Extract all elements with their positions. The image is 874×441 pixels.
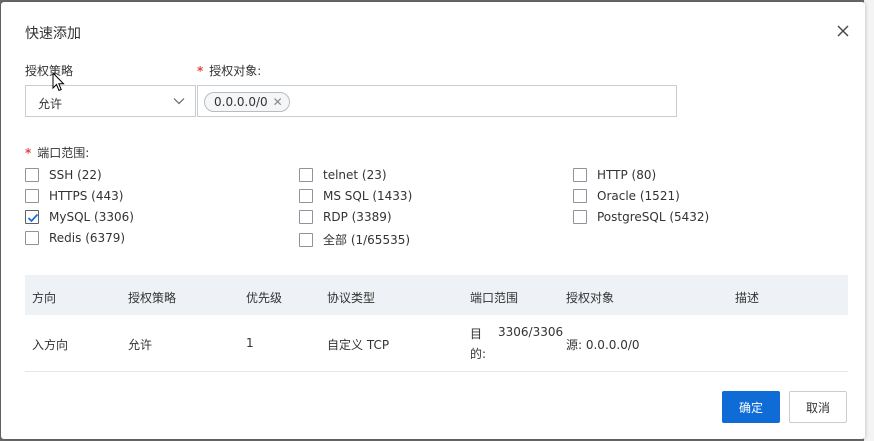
port-checkbox-label: SSH (22) [49, 168, 102, 182]
header-target: 授权对象 [566, 291, 615, 305]
policy-select-value: 允许 [38, 97, 63, 111]
port-checkbox[interactable]: MS SQL (1433) [299, 189, 412, 203]
cell-priority: 1 [246, 336, 254, 350]
table-header: 方向 授权策略 优先级 协议类型 端口范围 授权对象 描述 [25, 275, 848, 315]
policy-select[interactable]: 允许 [25, 85, 196, 117]
cell-target: 源: 0.0.0.0/0 [566, 338, 640, 352]
port-checkbox-label: 全部 (1/65535) [323, 233, 411, 247]
table-row: 入方向 允许 1 自定义 TCP 目 的: 3306/3306 源: 0.0.0… [25, 315, 848, 372]
header-priority: 优先级 [246, 291, 283, 305]
port-checkbox[interactable]: MySQL (3306) [25, 210, 134, 224]
required-marker: * [25, 146, 32, 160]
chevron-down-icon [173, 98, 185, 105]
checkbox-icon[interactable] [25, 189, 39, 203]
close-icon[interactable] [833, 21, 853, 41]
checkbox-checked-icon[interactable] [25, 210, 39, 224]
header-direction: 方向 [32, 291, 57, 305]
port-checkbox-label: MySQL (3306) [49, 210, 134, 224]
cell-direction: 入方向 [32, 338, 69, 352]
checkbox-icon[interactable] [573, 210, 587, 224]
tag-remove-icon[interactable]: ✕ [273, 96, 283, 108]
dialog-title: 快速添加 [25, 26, 81, 42]
port-checkbox[interactable]: HTTPS (443) [25, 189, 123, 203]
target-label: 授权对象: [209, 64, 262, 78]
port-checkbox[interactable]: SSH (22) [25, 168, 102, 182]
target-tag-input[interactable]: 0.0.0.0/0 ✕ [197, 85, 677, 117]
checkbox-icon[interactable] [573, 189, 587, 203]
target-tag-label: 0.0.0.0/0 [214, 95, 268, 109]
header-protocol: 协议类型 [327, 291, 376, 305]
target-label-wrap: * 授权对象: [197, 62, 261, 79]
confirm-button[interactable]: 确定 [722, 391, 780, 423]
mouse-cursor-icon [52, 72, 65, 92]
rule-preview-table: 方向 授权策略 优先级 协议类型 端口范围 授权对象 描述 入方向 允许 1 自… [25, 275, 848, 372]
cell-port-value: 3306/3306 [498, 325, 564, 339]
port-checkbox[interactable]: 全部 (1/65535) [299, 231, 410, 248]
port-range-label-wrap: * 端口范围: [25, 144, 89, 161]
checkbox-icon[interactable] [299, 168, 313, 182]
checkbox-icon[interactable] [573, 168, 587, 182]
port-checkbox-label: Oracle (1521) [597, 189, 680, 203]
checkbox-icon[interactable] [25, 168, 39, 182]
quick-add-dialog: 快速添加 授权策略 * 授权对象: 允许 0.0.0.0/0 ✕ * 端口范围: S… [1, 2, 865, 439]
cell-port-prefix-2: 的: [470, 347, 487, 361]
checkbox-icon[interactable] [299, 210, 313, 224]
target-tag: 0.0.0.0/0 ✕ [204, 92, 290, 112]
port-checkbox[interactable]: Redis (6379) [25, 231, 125, 245]
header-policy: 授权策略 [128, 291, 177, 305]
port-checkbox[interactable]: RDP (3389) [299, 210, 392, 224]
cell-policy: 允许 [128, 338, 153, 352]
port-range-label: 端口范围: [37, 146, 90, 160]
header-port-range: 端口范围 [470, 291, 519, 305]
checkbox-icon[interactable] [25, 231, 39, 245]
checkbox-icon[interactable] [299, 189, 313, 203]
port-checkbox-label: MS SQL (1433) [323, 189, 413, 203]
port-checkbox[interactable]: PostgreSQL (5432) [573, 210, 709, 224]
port-checkbox-label: HTTP (80) [597, 168, 657, 182]
port-checkbox[interactable]: telnet (23) [299, 168, 387, 182]
port-checkbox[interactable]: Oracle (1521) [573, 189, 680, 203]
port-checkbox-label: Redis (6379) [49, 231, 126, 245]
cell-protocol: 自定义 TCP [327, 338, 390, 352]
port-checkbox-label: PostgreSQL (5432) [597, 210, 710, 224]
required-marker: * [197, 64, 204, 78]
port-checkbox-label: RDP (3389) [323, 210, 392, 224]
cancel-button[interactable]: 取消 [789, 391, 847, 423]
background-window-edge [864, 0, 874, 441]
cell-port-prefix-1: 目 [470, 327, 483, 341]
checkbox-icon[interactable] [299, 232, 313, 247]
port-checkbox-label: telnet (23) [323, 168, 387, 182]
port-checkbox[interactable]: HTTP (80) [573, 168, 656, 182]
header-description: 描述 [735, 291, 760, 305]
port-checkbox-label: HTTPS (443) [49, 189, 124, 203]
